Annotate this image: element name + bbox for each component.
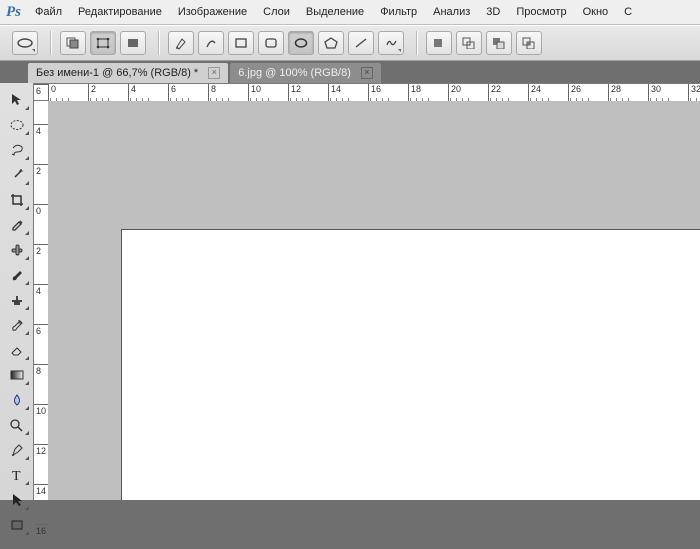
ruler-mark: 2 xyxy=(34,244,49,269)
separator xyxy=(158,31,160,55)
rectangle-shape-tool[interactable] xyxy=(2,513,31,537)
type-tool[interactable]: T xyxy=(2,463,31,487)
ruler-mark: 10 xyxy=(34,404,49,429)
ruler-mark: 2 xyxy=(34,164,49,189)
document-tab-1[interactable]: Без имени-1 @ 66,7% (RGB/8) * × xyxy=(28,63,228,83)
magic-wand-tool[interactable] xyxy=(2,163,31,187)
ruler-mark: 4 xyxy=(34,124,49,149)
shape-line-button[interactable] xyxy=(348,31,374,55)
ruler-mark: 10 xyxy=(248,84,273,102)
history-brush-tool[interactable] xyxy=(2,313,31,337)
clone-stamp-tool[interactable] xyxy=(2,288,31,312)
eraser-tool[interactable] xyxy=(2,338,31,362)
separator xyxy=(416,31,418,55)
dodge-tool[interactable] xyxy=(2,413,31,437)
lasso-tool[interactable] xyxy=(2,138,31,162)
ruler-mark: 6 xyxy=(168,84,193,102)
document-tabs: Без имени-1 @ 66,7% (RGB/8) * × 6.jpg @ … xyxy=(0,61,700,83)
ruler-mark: 24 xyxy=(528,84,553,102)
separator xyxy=(50,31,52,55)
options-bar xyxy=(0,25,700,61)
eyedropper-tool[interactable] xyxy=(2,213,31,237)
canvas-viewport[interactable] xyxy=(48,101,700,500)
ruler-mark: 14 xyxy=(34,484,49,509)
ruler-mark: 6 xyxy=(34,84,49,109)
healing-brush-tool[interactable] xyxy=(2,238,31,262)
ruler-mark: 14 xyxy=(328,84,353,102)
mode-fill-button[interactable] xyxy=(120,31,146,55)
document-tab-2[interactable]: 6.jpg @ 100% (RGB/8) × xyxy=(230,63,381,83)
shape-custom-button[interactable] xyxy=(378,31,404,55)
ruler-mark: 0 xyxy=(34,204,49,229)
mode-shape-layer-button[interactable] xyxy=(60,31,86,55)
move-tool[interactable] xyxy=(2,88,31,112)
ruler-mark: 26 xyxy=(568,84,593,102)
menu-filter[interactable]: Фильтр xyxy=(380,6,417,18)
menu-select[interactable]: Выделение xyxy=(306,6,364,18)
pen-tool[interactable] xyxy=(2,438,31,462)
menu-analysis[interactable]: Анализ xyxy=(433,6,470,18)
ruler-mark: 20 xyxy=(448,84,473,102)
ruler-mark: 32 xyxy=(688,84,700,102)
path-selection-tool[interactable] xyxy=(2,488,31,512)
menu-bar: Ps Файл Редактирование Изображение Слои … xyxy=(0,0,700,25)
ruler-mark: 2 xyxy=(88,84,113,102)
brush-tool[interactable] xyxy=(2,263,31,287)
marquee-tool[interactable] xyxy=(2,113,31,137)
menu-image[interactable]: Изображение xyxy=(178,6,247,18)
shape-polygon-button[interactable] xyxy=(318,31,344,55)
menu-view[interactable]: Просмотр xyxy=(516,6,566,18)
app-logo: Ps xyxy=(6,4,21,21)
close-icon[interactable]: × xyxy=(208,67,220,79)
ruler-mark: 6 xyxy=(34,324,49,349)
ruler-mark: 0 xyxy=(48,84,73,102)
menu-3d[interactable]: 3D xyxy=(486,6,500,18)
path-op-subtract-button[interactable] xyxy=(486,31,512,55)
gradient-tool[interactable] xyxy=(2,363,31,387)
horizontal-ruler[interactable]: 02468101214161820222426283032 xyxy=(48,83,700,103)
menu-window[interactable]: Окно xyxy=(583,6,609,18)
path-op-add-button[interactable] xyxy=(456,31,482,55)
tools-panel: T xyxy=(0,83,34,500)
freeform-pen-option[interactable] xyxy=(198,31,224,55)
ruler-mark: 8 xyxy=(208,84,233,102)
tab-label: Без имени-1 @ 66,7% (RGB/8) * xyxy=(36,67,198,79)
mode-path-button[interactable] xyxy=(90,31,116,55)
ruler-mark: 4 xyxy=(128,84,153,102)
ruler-mark: 22 xyxy=(488,84,513,102)
ruler-mark: 12 xyxy=(288,84,313,102)
workspace: T 02468101214161820222426283032 64202468… xyxy=(0,83,700,500)
ruler-mark: 4 xyxy=(34,284,49,309)
ruler-mark: 18 xyxy=(408,84,433,102)
ruler-mark: 28 xyxy=(608,84,633,102)
shape-rrect-button[interactable] xyxy=(258,31,284,55)
tab-label: 6.jpg @ 100% (RGB/8) xyxy=(238,67,351,79)
ruler-mark: 30 xyxy=(648,84,673,102)
ruler-mark: 16 xyxy=(34,524,49,549)
menu-layer[interactable]: Слои xyxy=(263,6,290,18)
path-op-new-button[interactable] xyxy=(426,31,452,55)
close-icon[interactable]: × xyxy=(361,67,373,79)
menu-file[interactable]: Файл xyxy=(35,6,62,18)
menu-edit[interactable]: Редактирование xyxy=(78,6,162,18)
shape-rect-button[interactable] xyxy=(228,31,254,55)
shape-ellipse-button[interactable] xyxy=(288,31,314,55)
ruler-mark: 12 xyxy=(34,444,49,469)
menu-help[interactable]: С xyxy=(624,6,632,18)
ruler-mark: 8 xyxy=(34,364,49,389)
ruler-mark: 16 xyxy=(368,84,393,102)
blur-tool[interactable] xyxy=(2,388,31,412)
pen-tool-option[interactable] xyxy=(168,31,194,55)
document-canvas[interactable] xyxy=(122,230,700,500)
tool-preset-button[interactable] xyxy=(12,31,38,55)
path-op-intersect-button[interactable] xyxy=(516,31,542,55)
svg-text:T: T xyxy=(12,469,21,483)
crop-tool[interactable] xyxy=(2,188,31,212)
